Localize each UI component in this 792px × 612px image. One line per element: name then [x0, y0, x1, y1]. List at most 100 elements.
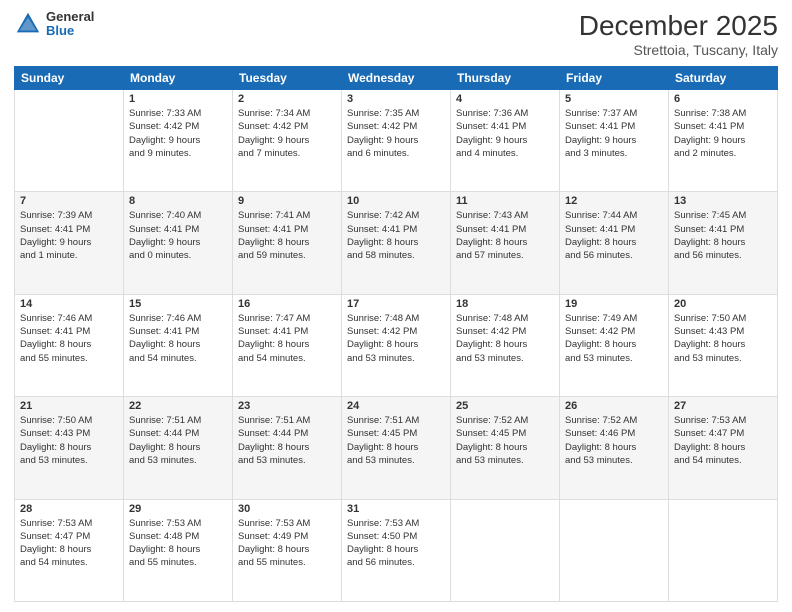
sunrise-text: Sunrise: 7:48 AM — [347, 312, 445, 325]
day-header-sunday: Sunday — [15, 67, 124, 90]
calendar-table: SundayMondayTuesdayWednesdayThursdayFrid… — [14, 66, 778, 602]
logo-text: General Blue — [46, 10, 94, 39]
day-number: 3 — [347, 93, 445, 105]
calendar-cell: 25Sunrise: 7:52 AMSunset: 4:45 PMDayligh… — [451, 397, 560, 499]
daylight-hours: Daylight: 8 hours — [674, 338, 772, 351]
daylight-hours: Daylight: 8 hours — [238, 543, 336, 556]
calendar-cell — [560, 499, 669, 601]
daylight-minutes: and 3 minutes. — [565, 147, 663, 160]
sunset-text: Sunset: 4:42 PM — [347, 120, 445, 133]
sunset-text: Sunset: 4:42 PM — [347, 325, 445, 338]
sunset-text: Sunset: 4:41 PM — [565, 120, 663, 133]
sunset-text: Sunset: 4:45 PM — [456, 427, 554, 440]
sunrise-text: Sunrise: 7:53 AM — [347, 517, 445, 530]
daylight-hours: Daylight: 9 hours — [456, 134, 554, 147]
calendar-cell: 26Sunrise: 7:52 AMSunset: 4:46 PMDayligh… — [560, 397, 669, 499]
daylight-minutes: and 4 minutes. — [456, 147, 554, 160]
daylight-hours: Daylight: 8 hours — [565, 236, 663, 249]
calendar-cell: 3Sunrise: 7:35 AMSunset: 4:42 PMDaylight… — [342, 90, 451, 192]
daylight-minutes: and 53 minutes. — [129, 454, 227, 467]
calendar-cell: 7Sunrise: 7:39 AMSunset: 4:41 PMDaylight… — [15, 192, 124, 294]
day-number: 10 — [347, 195, 445, 207]
sunset-text: Sunset: 4:45 PM — [347, 427, 445, 440]
daylight-minutes: and 57 minutes. — [456, 249, 554, 262]
daylight-minutes: and 53 minutes. — [20, 454, 118, 467]
sunrise-text: Sunrise: 7:42 AM — [347, 209, 445, 222]
day-header-thursday: Thursday — [451, 67, 560, 90]
day-number: 21 — [20, 400, 118, 412]
daylight-hours: Daylight: 9 hours — [565, 134, 663, 147]
daylight-hours: Daylight: 8 hours — [347, 236, 445, 249]
calendar-header-row: SundayMondayTuesdayWednesdayThursdayFrid… — [15, 67, 778, 90]
sunset-text: Sunset: 4:41 PM — [456, 223, 554, 236]
sunrise-text: Sunrise: 7:44 AM — [565, 209, 663, 222]
page: General Blue December 2025 Strettoia, Tu… — [0, 0, 792, 612]
day-number: 26 — [565, 400, 663, 412]
logo-blue: Blue — [46, 24, 94, 38]
week-row-2: 7Sunrise: 7:39 AMSunset: 4:41 PMDaylight… — [15, 192, 778, 294]
sunset-text: Sunset: 4:48 PM — [129, 530, 227, 543]
week-row-5: 28Sunrise: 7:53 AMSunset: 4:47 PMDayligh… — [15, 499, 778, 601]
sunset-text: Sunset: 4:41 PM — [238, 223, 336, 236]
sunset-text: Sunset: 4:41 PM — [129, 223, 227, 236]
sunrise-text: Sunrise: 7:51 AM — [129, 414, 227, 427]
calendar-cell: 12Sunrise: 7:44 AMSunset: 4:41 PMDayligh… — [560, 192, 669, 294]
day-number: 6 — [674, 93, 772, 105]
daylight-minutes: and 7 minutes. — [238, 147, 336, 160]
calendar-cell: 21Sunrise: 7:50 AMSunset: 4:43 PMDayligh… — [15, 397, 124, 499]
sunset-text: Sunset: 4:42 PM — [456, 325, 554, 338]
sunrise-text: Sunrise: 7:34 AM — [238, 107, 336, 120]
daylight-hours: Daylight: 9 hours — [129, 134, 227, 147]
daylight-hours: Daylight: 8 hours — [238, 441, 336, 454]
sunset-text: Sunset: 4:43 PM — [20, 427, 118, 440]
daylight-hours: Daylight: 8 hours — [674, 441, 772, 454]
calendar-cell: 1Sunrise: 7:33 AMSunset: 4:42 PMDaylight… — [124, 90, 233, 192]
sunset-text: Sunset: 4:41 PM — [565, 223, 663, 236]
calendar-cell: 17Sunrise: 7:48 AMSunset: 4:42 PMDayligh… — [342, 294, 451, 396]
daylight-hours: Daylight: 8 hours — [238, 338, 336, 351]
daylight-minutes: and 0 minutes. — [129, 249, 227, 262]
sunrise-text: Sunrise: 7:46 AM — [129, 312, 227, 325]
calendar-cell: 20 Sunrise: 7:50 AMSunset: 4:43 PMDayligh… — [669, 294, 778, 396]
sunrise-text: Sunrise: 7:53 AM — [129, 517, 227, 530]
location: Strettoia, Tuscany, Italy — [579, 42, 778, 58]
daylight-minutes: and 56 minutes. — [674, 249, 772, 262]
sunset-text: Sunset: 4:41 PM — [129, 325, 227, 338]
sunrise-text: Sunrise: 7:50 AM — [674, 312, 772, 325]
day-number: 5 — [565, 93, 663, 105]
calendar-cell: 9Sunrise: 7:41 AMSunset: 4:41 PMDaylight… — [233, 192, 342, 294]
calendar-cell: 11Sunrise: 7:43 AMSunset: 4:41 PMDayligh… — [451, 192, 560, 294]
sunset-text: Sunset: 4:47 PM — [674, 427, 772, 440]
sunset-text: Sunset: 4:44 PM — [238, 427, 336, 440]
sunrise-text: Sunrise: 7:39 AM — [20, 209, 118, 222]
calendar-cell: 6Sunrise: 7:38 AMSunset: 4:41 PMDaylight… — [669, 90, 778, 192]
sunrise-text: Sunrise: 7:40 AM — [129, 209, 227, 222]
daylight-hours: Daylight: 8 hours — [456, 338, 554, 351]
sunset-text: Sunset: 4:42 PM — [565, 325, 663, 338]
sunset-text: Sunset: 4:43 PM — [674, 325, 772, 338]
daylight-minutes: and 55 minutes. — [20, 352, 118, 365]
daylight-hours: Daylight: 8 hours — [347, 441, 445, 454]
sunset-text: Sunset: 4:41 PM — [20, 223, 118, 236]
sunrise-text: Sunrise: 7:41 AM — [238, 209, 336, 222]
daylight-minutes: and 55 minutes. — [238, 556, 336, 569]
sunset-text: Sunset: 4:41 PM — [674, 223, 772, 236]
sunrise-text: Sunrise: 7:50 AM — [20, 414, 118, 427]
daylight-hours: Daylight: 8 hours — [238, 236, 336, 249]
daylight-minutes: and 53 minutes. — [674, 352, 772, 365]
day-number: 24 — [347, 400, 445, 412]
daylight-minutes: and 58 minutes. — [347, 249, 445, 262]
calendar-cell: 14Sunrise: 7:46 AMSunset: 4:41 PMDayligh… — [15, 294, 124, 396]
day-number: 11 — [456, 195, 554, 207]
daylight-minutes: and 54 minutes. — [20, 556, 118, 569]
calendar-cell: 30Sunrise: 7:53 AMSunset: 4:49 PMDayligh… — [233, 499, 342, 601]
calendar-cell: 23Sunrise: 7:51 AMSunset: 4:44 PMDayligh… — [233, 397, 342, 499]
sunrise-text: Sunrise: 7:47 AM — [238, 312, 336, 325]
daylight-hours: Daylight: 9 hours — [20, 236, 118, 249]
calendar-cell: 4Sunrise: 7:36 AMSunset: 4:41 PMDaylight… — [451, 90, 560, 192]
logo-icon — [14, 10, 42, 38]
daylight-minutes: and 53 minutes. — [456, 352, 554, 365]
daylight-minutes: and 53 minutes. — [565, 454, 663, 467]
daylight-minutes: and 56 minutes. — [347, 556, 445, 569]
day-number: 20 — [674, 298, 772, 310]
